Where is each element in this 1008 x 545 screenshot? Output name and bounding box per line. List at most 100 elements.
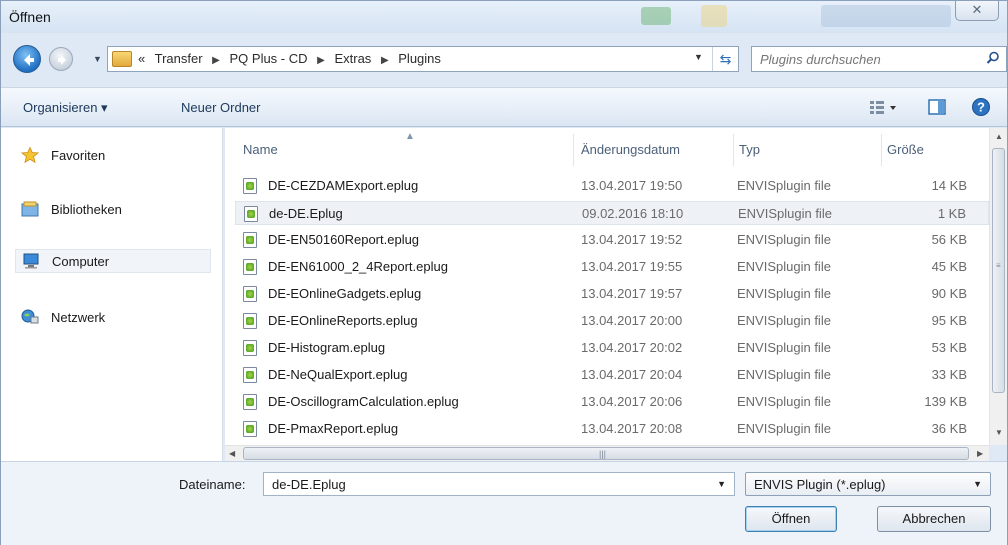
address-dropdown[interactable]: ▼ xyxy=(694,52,703,62)
column-header-date[interactable]: Änderungsdatum xyxy=(581,142,680,157)
eplug-file-icon xyxy=(243,286,257,302)
address-row: ▼ « Transfer ▶ PQ Plus - CD ▶ Extras ▶ P… xyxy=(1,41,1007,75)
file-type: ENVISplugin file xyxy=(737,367,831,382)
scroll-left-icon[interactable]: ◀ xyxy=(229,449,235,458)
preview-pane-icon[interactable] xyxy=(927,97,947,117)
file-type-select[interactable]: ENVIS Plugin (*.eplug) ▼ xyxy=(745,472,991,496)
bottom-panel: Dateiname: ▼ ENVIS Plugin (*.eplug) ▼ Öf… xyxy=(1,461,1007,545)
breadcrumb-overflow[interactable]: « xyxy=(138,51,145,66)
new-folder-button[interactable]: Neuer Ordner xyxy=(181,100,260,115)
toolbar: Organisieren ▾ Neuer Ordner ? xyxy=(1,87,1007,127)
file-size: 45 KB xyxy=(931,259,967,274)
arrow-right-icon xyxy=(58,55,66,65)
column-header-size[interactable]: Größe xyxy=(887,142,924,157)
file-name: DE-EOnlineGadgets.eplug xyxy=(268,286,422,301)
file-type: ENVISplugin file xyxy=(737,340,831,355)
column-divider[interactable] xyxy=(733,134,734,166)
column-header-type[interactable]: Typ xyxy=(739,142,760,157)
file-type-value: ENVIS Plugin (*.eplug) xyxy=(754,477,886,492)
eplug-file-icon xyxy=(243,232,257,248)
grip-icon: ≡ xyxy=(996,261,1001,270)
file-row[interactable]: DE-EN61000_2_4Report.eplug 13.04.2017 19:… xyxy=(235,255,989,279)
nav-item-netzwerk[interactable]: Netzwerk xyxy=(15,306,211,330)
back-button[interactable] xyxy=(13,45,41,73)
column-divider[interactable] xyxy=(881,134,882,166)
filename-combobox[interactable]: ▼ xyxy=(263,472,735,496)
nav-item-label: Netzwerk xyxy=(51,310,106,325)
file-row[interactable]: DE-Histogram.eplug 13.04.2017 20:02 ENVISp… xyxy=(235,336,989,360)
scroll-right-icon[interactable]: ▶ xyxy=(977,449,983,458)
file-row[interactable]: DE-PmaxReport.eplug 13.04.2017 20:08 ENVIS… xyxy=(235,417,989,441)
nav-item-label: Favoriten xyxy=(51,148,106,163)
search-box[interactable] xyxy=(751,46,1007,72)
blurred-background-decor xyxy=(701,5,727,27)
file-name: DE-EOnlineReports.eplug xyxy=(268,313,418,328)
address-bar[interactable]: « Transfer ▶ PQ Plus - CD ▶ Extras ▶ Plu… xyxy=(107,46,739,72)
nav-item-bibliotheken[interactable]: Bibliotheken xyxy=(15,198,211,222)
file-size: 1 KB xyxy=(937,206,966,221)
view-options-icon[interactable] xyxy=(869,97,899,117)
file-row[interactable]: DE-NeQualExport.eplug 13.04.2017 20:04 ENV… xyxy=(235,363,989,387)
eplug-file-icon xyxy=(243,340,257,356)
file-type: ENVISplugin file xyxy=(737,313,831,328)
file-name: DE-EN61000_2_4Report.eplug xyxy=(268,259,448,274)
vertical-scrollbar[interactable]: ▲ ≡ ▼ xyxy=(989,128,1007,445)
breadcrumb-item-extras[interactable]: Extras xyxy=(334,51,371,66)
help-icon[interactable]: ? xyxy=(971,97,991,117)
file-row[interactable]: de-DE.Eplug 09.02.2016 18:10 ENVISplugin f… xyxy=(235,201,989,225)
breadcrumb: « Transfer ▶ PQ Plus - CD ▶ Extras ▶ Plu… xyxy=(138,51,447,66)
open-button[interactable]: Öffnen xyxy=(745,506,837,532)
filename-label: Dateiname: xyxy=(179,477,246,492)
vertical-scroll-thumb[interactable]: ≡ xyxy=(992,148,1005,393)
horizontal-scrollbar[interactable]: ◀ ||| ▶ xyxy=(225,445,989,461)
breadcrumb-item-transfer[interactable]: Transfer xyxy=(155,51,203,66)
breadcrumb-separator-icon[interactable]: ▶ xyxy=(212,55,220,66)
horizontal-scroll-thumb[interactable]: ||| xyxy=(243,447,969,460)
file-name: DE-EN50160Report.eplug xyxy=(268,232,420,247)
recent-locations-dropdown[interactable]: ▼ xyxy=(93,54,103,64)
file-row[interactable]: DE-EOnlineGadgets.eplug 13.04.2017 19:57 E… xyxy=(235,282,989,306)
refresh-button[interactable]: ⇆ xyxy=(712,47,738,71)
file-date: 13.04.2017 20:06 xyxy=(581,394,683,409)
column-header-name[interactable]: Name xyxy=(243,142,278,157)
breadcrumb-separator-icon[interactable]: ▶ xyxy=(381,55,389,66)
title-bar[interactable]: Öffnen ✕ xyxy=(1,1,1007,33)
file-row[interactable]: DE-EOnlineReports.eplug 13.04.2017 20:00 E… xyxy=(235,309,989,333)
file-name: DE-CEZDAMExport.eplug xyxy=(268,178,419,193)
breadcrumb-item-plugins[interactable]: Plugins xyxy=(398,51,441,66)
close-icon: ✕ xyxy=(971,2,983,17)
network-icon xyxy=(21,309,39,324)
file-type: ENVISplugin file xyxy=(737,259,831,274)
eplug-file-icon xyxy=(243,421,257,437)
search-input[interactable] xyxy=(760,50,970,68)
organize-menu-button[interactable]: Organisieren ▾ xyxy=(23,100,108,116)
file-size: 36 KB xyxy=(931,421,967,436)
file-size: 56 KB xyxy=(931,232,967,247)
scroll-up-icon[interactable]: ▲ xyxy=(995,132,1003,141)
chevron-down-icon[interactable]: ▼ xyxy=(717,479,726,489)
file-row[interactable]: DE-OscillogramCalculation.eplug 13.04.201… xyxy=(235,390,989,414)
filename-input[interactable] xyxy=(272,476,702,492)
file-type: ENVISplugin file xyxy=(737,178,831,193)
file-date: 13.04.2017 20:02 xyxy=(581,340,683,355)
file-list: ▲ Name Änderungsdatum Typ Größe DE-CEZDA… xyxy=(225,128,989,445)
forward-button[interactable] xyxy=(49,47,73,71)
file-type: ENVISplugin file xyxy=(738,206,832,221)
file-type: ENVISplugin file xyxy=(737,232,831,247)
breadcrumb-separator-icon[interactable]: ▶ xyxy=(317,55,325,66)
file-row[interactable]: DE-EN50160Report.eplug 13.04.2017 19:52 EN… xyxy=(235,228,989,252)
file-date: 13.04.2017 19:57 xyxy=(581,286,683,301)
column-divider[interactable] xyxy=(573,134,574,166)
scroll-down-icon[interactable]: ▼ xyxy=(995,428,1003,437)
file-name: DE-OscillogramCalculation.eplug xyxy=(268,394,459,409)
window-title: Öffnen xyxy=(9,9,51,25)
search-icon[interactable] xyxy=(986,51,1000,65)
file-row[interactable]: DE-CEZDAMExport.eplug 13.04.2017 19:50 ENV… xyxy=(235,174,989,198)
close-button[interactable]: ✕ xyxy=(955,1,999,21)
nav-item-computer[interactable]: Computer xyxy=(15,249,211,273)
nav-item-favoriten[interactable]: Favoriten xyxy=(15,144,211,168)
file-name: de-DE.Eplug xyxy=(269,206,343,221)
cancel-button[interactable]: Abbrechen xyxy=(877,506,991,532)
nav-item-label: Computer xyxy=(52,254,110,269)
breadcrumb-item-pq-plus-cd[interactable]: PQ Plus - CD xyxy=(230,51,308,66)
